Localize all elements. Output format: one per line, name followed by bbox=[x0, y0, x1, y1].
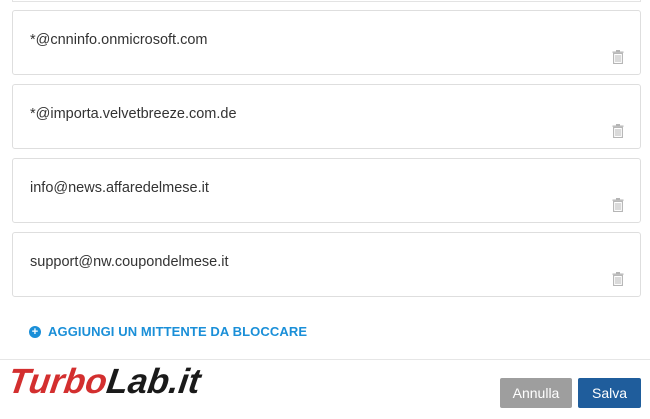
logo-text-turbo: Turbo bbox=[8, 362, 110, 401]
blocked-sender-email: *@cnninfo.onmicrosoft.com bbox=[30, 32, 208, 48]
blocked-sender-entry: support@nw.coupondelmese.it bbox=[12, 232, 641, 297]
plus-circle-icon: + bbox=[29, 325, 41, 338]
previous-entry-edge bbox=[12, 0, 641, 2]
blocked-sender-entry: info@news.affaredelmese.it bbox=[12, 158, 641, 223]
blocked-senders-list: *@cnninfo.onmicrosoft.com *@importa.velv… bbox=[12, 10, 641, 306]
cancel-button[interactable]: Annulla bbox=[500, 378, 572, 408]
turbolab-watermark-logo: TurboLab.it bbox=[8, 361, 206, 403]
trash-icon[interactable] bbox=[612, 272, 624, 286]
save-button[interactable]: Salva bbox=[578, 378, 641, 408]
logo-text-lab: Lab.it bbox=[104, 362, 204, 401]
svg-text:TurboLab.it: TurboLab.it bbox=[8, 362, 204, 401]
blocked-sender-entry: *@importa.velvetbreeze.com.de bbox=[12, 84, 641, 149]
trash-icon[interactable] bbox=[612, 124, 624, 138]
blocked-sender-entry: *@cnninfo.onmicrosoft.com bbox=[12, 10, 641, 75]
trash-icon[interactable] bbox=[612, 50, 624, 64]
blocked-sender-email: *@importa.velvetbreeze.com.de bbox=[30, 106, 237, 122]
blocked-sender-email: support@nw.coupondelmese.it bbox=[30, 254, 229, 270]
blocked-sender-email: info@news.affaredelmese.it bbox=[30, 180, 209, 196]
add-blocked-sender-link[interactable]: + AGGIUNGI UN MITTENTE DA BLOCCARE bbox=[29, 324, 307, 339]
trash-icon[interactable] bbox=[612, 198, 624, 212]
add-blocked-sender-label: AGGIUNGI UN MITTENTE DA BLOCCARE bbox=[48, 324, 308, 339]
